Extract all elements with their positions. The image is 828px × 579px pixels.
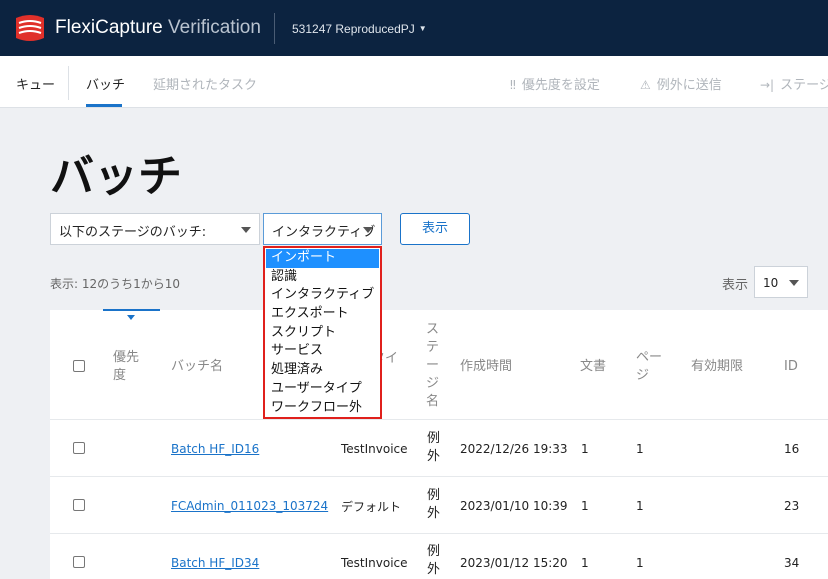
batch-name-link[interactable]: Batch HF_ID16 — [171, 442, 259, 456]
app-title: FlexiCapture Verification — [55, 17, 261, 38]
page-title: バッチ — [50, 151, 182, 202]
header-created[interactable]: 作成時間 — [460, 358, 512, 376]
option-user-type[interactable]: ユーザータイプ — [266, 380, 379, 399]
project-selector[interactable]: 531247 ReproducedPJ ▼ — [292, 22, 427, 36]
set-priority-button[interactable]: ‼ 優先度を設定 — [510, 74, 600, 93]
stage-filter-select[interactable]: 以下のステージのバッチ: — [50, 213, 260, 245]
sort-indicator — [103, 309, 160, 311]
batch-type: TestInvoice — [341, 556, 408, 570]
priority-icon: ‼ — [510, 78, 516, 92]
header-stage-name[interactable]: ステージ名 — [426, 321, 440, 411]
header-divider — [274, 13, 275, 44]
batch-created: 2023/01/12 15:20 — [460, 556, 568, 570]
batch-stage: 例外 — [427, 488, 441, 521]
select-all-checkbox[interactable] — [73, 360, 85, 372]
page-size-label: 表示 — [722, 278, 749, 293]
header-priority[interactable]: 優先度 — [113, 349, 141, 385]
batch-name-link[interactable]: FCAdmin_011023_103724 — [171, 499, 328, 513]
chevron-down-icon: ▼ — [418, 24, 427, 33]
batch-name-link[interactable]: Batch HF_ID34 — [171, 556, 259, 570]
nav-bar: キュー バッチ 延期されたタスク ‼ 優先度を設定 ⚠ 例外に送信 →| ステージ — [0, 56, 828, 108]
batch-pages: 1 — [636, 499, 644, 513]
batch-created: 2022/12/26 19:33 — [460, 442, 568, 456]
batch-docs: 1 — [581, 442, 589, 456]
stage-type-dropdown-list: インポート 認識 インタラクティブ エクスポート スクリプト サービス 処理済み… — [263, 246, 382, 419]
batch-docs: 1 — [581, 556, 589, 570]
chevron-down-icon — [789, 280, 799, 286]
row-checkbox[interactable] — [73, 442, 85, 454]
active-tab-indicator — [86, 104, 122, 107]
page-size-select[interactable]: 10 — [754, 266, 808, 298]
project-name: 531247 ReproducedPJ — [292, 22, 415, 36]
batch-type: デフォルト — [341, 500, 402, 514]
row-divider — [50, 419, 828, 420]
send-exception-icon: ⚠ — [640, 78, 651, 92]
send-stage-icon: →| — [760, 78, 775, 92]
option-service[interactable]: サービス — [266, 342, 379, 361]
option-processed[interactable]: 処理済み — [266, 361, 379, 380]
nav-divider — [68, 66, 69, 100]
option-export[interactable]: エクスポート — [266, 305, 379, 324]
header-batch-name[interactable]: バッチ名 — [171, 358, 223, 376]
batch-docs: 1 — [581, 499, 589, 513]
flexicapture-logo-icon — [16, 15, 44, 41]
batch-id: 16 — [784, 442, 800, 456]
batch-stage: 例外 — [427, 431, 441, 464]
show-button[interactable]: 表示 — [400, 213, 470, 245]
tab-queue[interactable]: キュー — [16, 74, 55, 93]
tab-batch[interactable]: バッチ — [86, 74, 125, 93]
app-header: FlexiCapture Verification 531247 Reprodu… — [0, 0, 828, 56]
chevron-down-icon — [363, 227, 373, 233]
batch-stage: 例外 — [427, 544, 441, 577]
option-recognition[interactable]: 認識 — [266, 268, 379, 287]
stage-type-select[interactable]: インタラクティブ — [263, 213, 382, 245]
row-checkbox[interactable] — [73, 499, 85, 511]
header-expiry[interactable]: 有効期限 — [691, 358, 743, 376]
option-interactive[interactable]: インタラクティブ — [266, 286, 379, 305]
header-documents[interactable]: 文書 — [580, 358, 606, 376]
header-pages[interactable]: ページ — [636, 349, 664, 385]
row-divider — [50, 533, 828, 534]
option-script[interactable]: スクリプト — [266, 324, 379, 343]
batch-pages: 1 — [636, 442, 644, 456]
send-to-stage-button[interactable]: →| ステージ — [760, 74, 828, 93]
chevron-down-icon — [241, 227, 251, 233]
batch-pages: 1 — [636, 556, 644, 570]
batch-id: 34 — [784, 556, 800, 570]
option-import[interactable]: インポート — [266, 249, 379, 268]
row-checkbox[interactable] — [73, 556, 85, 568]
sort-desc-icon[interactable] — [127, 315, 135, 320]
batch-type: TestInvoice — [341, 442, 408, 456]
header-id[interactable]: ID — [784, 358, 798, 376]
batch-id: 23 — [784, 499, 800, 513]
send-to-exception-button[interactable]: ⚠ 例外に送信 — [640, 74, 722, 93]
row-divider — [50, 476, 828, 477]
option-out-of-workflow[interactable]: ワークフロー外 — [266, 399, 379, 418]
tab-deferred-tasks[interactable]: 延期されたタスク — [153, 74, 257, 93]
batch-created: 2023/01/10 10:39 — [460, 499, 568, 513]
results-summary: 表示: 12のうち1から10 — [50, 277, 181, 291]
